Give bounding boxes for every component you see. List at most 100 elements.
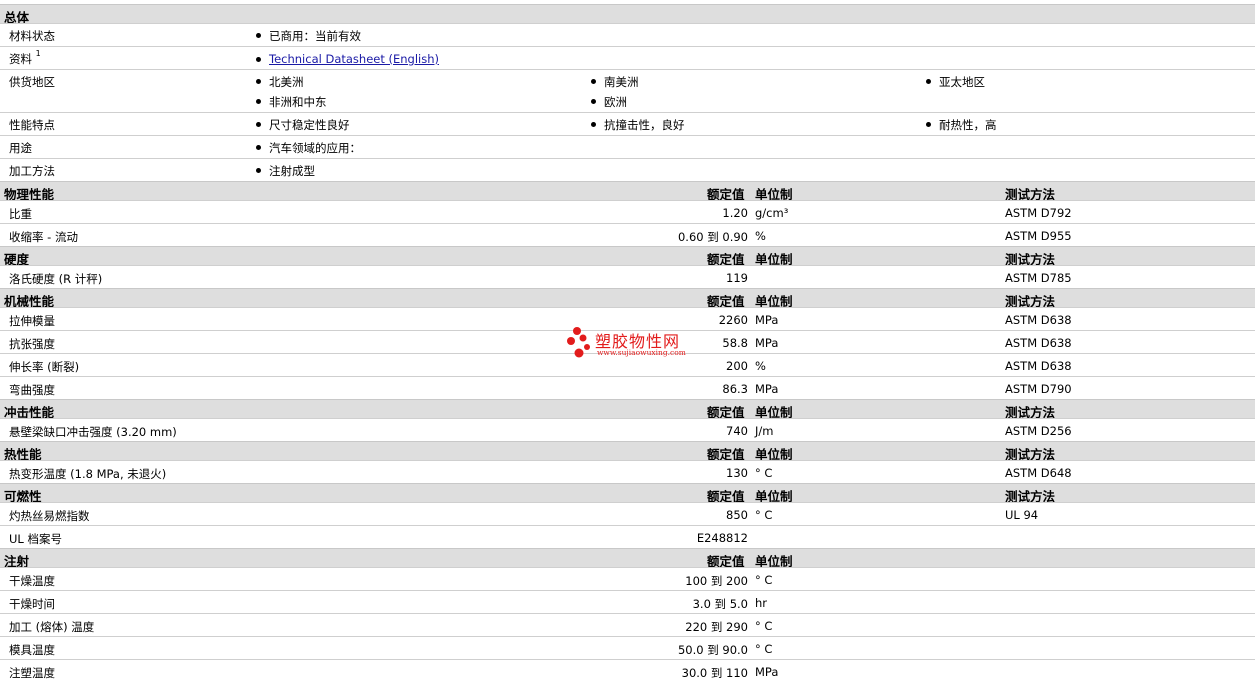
property-value: 1.20 [722, 206, 748, 220]
section-header: 可燃性 额定值 单位制 测试方法 [0, 483, 1255, 504]
test-method: ASTM D955 [1005, 229, 1072, 243]
property-name: 洛氏硬度 (R 计秤) [9, 272, 103, 286]
region-item: 亚太地区 [926, 75, 985, 89]
region-item: 非洲和中东 [256, 95, 327, 109]
property-unit: % [755, 229, 766, 243]
property-row: 灼热丝易燃指数 850 ° C UL 94 [0, 502, 1255, 525]
property-unit: hr [755, 596, 768, 610]
test-method: ASTM D792 [1005, 206, 1072, 220]
property-unit: MPa [755, 313, 779, 327]
property-row: 弯曲强度 86.3 MPa ASTM D790 [0, 376, 1255, 399]
property-value: 0.60 到 0.90 [677, 230, 748, 244]
row-label: 加工方法 [9, 164, 55, 178]
property-value: 850 [726, 508, 748, 522]
property-value: 740 [726, 424, 748, 438]
property-unit: MPa [755, 336, 779, 350]
property-row: 热变形温度 (1.8 MPa, 未退火) 130 ° C ASTM D648 [0, 460, 1255, 483]
material-status-value: 已商用：当前有效 [256, 29, 361, 43]
property-value: 200 [726, 359, 748, 373]
property-unit: % [755, 359, 766, 373]
property-value: 3.0 到 5.0 [692, 597, 748, 611]
row-label: 材料状态 [9, 29, 55, 43]
property-unit: ° C [755, 619, 773, 633]
property-name: 加工 (熔体) 温度 [9, 620, 95, 634]
property-value: 2260 [718, 313, 748, 327]
region-item: 欧洲 [591, 95, 627, 109]
use-item: 汽车领域的应用： [256, 141, 361, 155]
property-value: 100 到 200 [685, 574, 748, 588]
row-label: 资料 1 [9, 49, 41, 66]
property-value: 220 到 290 [685, 620, 748, 634]
processing-item: 注射成型 [256, 164, 315, 178]
watermark-dots-icon [567, 327, 590, 358]
property-value: 30.0 到 110 [681, 666, 748, 680]
property-unit: MPa [755, 665, 779, 679]
test-method: ASTM D638 [1005, 359, 1072, 373]
feature-item: 抗撞击性，良好 [591, 118, 685, 132]
property-unit: ° C [755, 508, 773, 522]
section-header: 物理性能 额定值 单位制 测试方法 [0, 181, 1255, 202]
test-method: UL 94 [1005, 508, 1039, 522]
site-watermark: 塑胶物性网 www.sujiaowuxing.com [563, 325, 703, 361]
row-uses: 用途 汽车领域的应用： [0, 135, 1255, 158]
property-value: 50.0 到 90.0 [677, 643, 748, 657]
technical-datasheet-link[interactable]: Technical Datasheet (English) [269, 52, 439, 66]
feature-item: 耐热性，高 [926, 118, 997, 132]
section-header: 热性能 额定值 单位制 测试方法 [0, 441, 1255, 462]
property-value: 86.3 [722, 382, 748, 396]
test-method: ASTM D638 [1005, 313, 1072, 327]
row-label: 性能特点 [9, 118, 55, 132]
region-item: 北美洲 [256, 75, 304, 89]
property-row: 模具温度 50.0 到 90.0 ° C [0, 636, 1255, 659]
property-name: 弯曲强度 [9, 383, 55, 397]
test-method: ASTM D638 [1005, 336, 1072, 350]
property-name: 模具温度 [9, 643, 55, 657]
section-header-general: 总体 [0, 4, 1255, 25]
property-row: 干燥温度 100 到 200 ° C [0, 567, 1255, 590]
property-unit: g/cm³ [755, 206, 789, 220]
property-sections: 物理性能 额定值 单位制 测试方法比重 1.20 g/cm³ ASTM D792 收缩率 - … [0, 181, 1255, 682]
property-name: 比重 [9, 207, 32, 221]
row-processing: 加工方法 注射成型 [0, 158, 1255, 181]
property-name: 收缩率 - 流动 [9, 230, 78, 244]
property-name: UL 档案号 [9, 532, 62, 546]
property-name: 拉伸模量 [9, 314, 55, 328]
property-name: 干燥温度 [9, 574, 55, 588]
property-row: 加工 (熔体) 温度 220 到 290 ° C [0, 613, 1255, 636]
region-item: 南美洲 [591, 75, 639, 89]
row-features: 性能特点 尺寸稳定性良好 抗撞击性，良好 耐热性，高 [0, 112, 1255, 135]
row-label: 供货地区 [9, 75, 55, 89]
row-label: 用途 [9, 141, 32, 155]
property-name: 热变形温度 (1.8 MPa, 未退火) [9, 467, 167, 481]
property-row: 洛氏硬度 (R 计秤) 119 ASTM D785 [0, 265, 1255, 288]
property-value: 119 [726, 271, 748, 285]
row-documents: 资料 1 Technical Datasheet (English) [0, 46, 1255, 69]
section-header: 注射 额定值 单位制 [0, 548, 1255, 569]
property-name: 干燥时间 [9, 597, 55, 611]
property-value: E248812 [696, 531, 748, 545]
row-material-status: 材料状态 已商用：当前有效 [0, 23, 1255, 46]
test-method: ASTM D256 [1005, 424, 1072, 438]
section-header: 机械性能 额定值 单位制 测试方法 [0, 288, 1255, 309]
property-row: 悬壁梁缺口冲击强度 (3.20 mm) 740 J/m ASTM D256 [0, 418, 1255, 441]
property-unit: J/m [755, 424, 774, 438]
property-value: 58.8 [722, 336, 748, 350]
test-method: ASTM D648 [1005, 466, 1072, 480]
section-header: 硬度 额定值 单位制 测试方法 [0, 246, 1255, 267]
feature-item: 尺寸稳定性良好 [256, 118, 350, 132]
property-row: 干燥时间 3.0 到 5.0 hr [0, 590, 1255, 613]
property-name: 抗张强度 [9, 337, 55, 351]
test-method: ASTM D785 [1005, 271, 1072, 285]
property-name: 注塑温度 [9, 666, 55, 680]
watermark-url: www.sujiaowuxing.com [597, 348, 686, 357]
section-header: 冲击性能 额定值 单位制 测试方法 [0, 399, 1255, 420]
test-method: ASTM D790 [1005, 382, 1072, 396]
property-unit: ° C [755, 573, 773, 587]
property-name: 悬壁梁缺口冲击强度 (3.20 mm) [9, 425, 177, 439]
document-list-item: Technical Datasheet (English) [255, 52, 439, 66]
property-name: 灼热丝易燃指数 [9, 509, 90, 523]
property-value: 130 [726, 466, 748, 480]
property-unit: ° C [755, 466, 773, 480]
property-row: 比重 1.20 g/cm³ ASTM D792 [0, 200, 1255, 223]
property-row: UL 档案号 E248812 [0, 525, 1255, 548]
